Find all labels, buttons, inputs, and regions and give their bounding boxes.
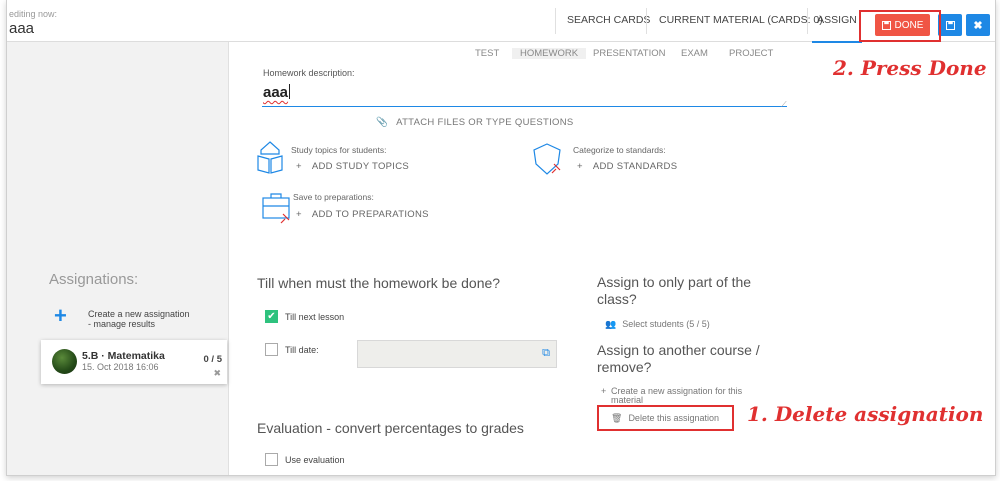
assignations-title: Assignations: <box>49 271 139 288</box>
type-exam[interactable]: EXAM <box>681 48 708 59</box>
till-date-input[interactable]: ⧉ <box>357 340 557 368</box>
create-new-assignation-for-material-button[interactable]: + Create a new assignation for this mate… <box>601 387 742 405</box>
description-underline <box>262 106 787 107</box>
active-tab-indicator <box>812 41 862 43</box>
homework-description-input[interactable]: aaa <box>263 84 291 101</box>
close-icon: ✖ <box>973 19 983 32</box>
tab-assign[interactable]: ASSIGN <box>812 14 862 43</box>
assign-part-heading-line2: class? <box>597 291 637 307</box>
attach-files-label: ATTACH FILES OR TYPE QUESTIONS <box>396 117 574 128</box>
class-avatar <box>52 349 77 374</box>
deadline-heading: Till when must the homework be done? <box>257 275 501 291</box>
assign-part-heading-line1: Assign to only part of the <box>597 274 752 290</box>
editing-label: editing now: <box>9 9 58 19</box>
preparations-label: Save to preparations: <box>293 192 374 202</box>
briefcase-icon <box>262 193 290 224</box>
assign-other-heading-line1: Assign to another course / <box>597 342 760 358</box>
plus-icon: + <box>577 161 583 172</box>
use-evaluation-checkbox[interactable] <box>265 453 278 466</box>
add-standards-label: ADD STANDARDS <box>592 161 678 172</box>
resize-handle-icon[interactable]: ⟋ <box>781 100 787 110</box>
study-topics-label: Study topics for students: <box>291 145 387 155</box>
homework-description-text: aaa <box>263 84 289 101</box>
assignation-date: 15. Oct 2018 16:06 <box>82 362 159 372</box>
assign-other-heading-line2: remove? <box>597 359 652 375</box>
divider <box>807 8 808 34</box>
create-assignation-button[interactable]: Create a new assignation - manage result… <box>88 309 190 329</box>
plus-icon: + <box>296 209 302 220</box>
till-next-lesson-label: Till next lesson <box>285 312 345 322</box>
annotation-highlight-done <box>859 10 941 42</box>
annotation-step-1: 1. Delete assignation <box>747 402 984 426</box>
add-standards-button[interactable]: + ADD STANDARDS <box>577 161 677 172</box>
till-next-lesson-checkbox[interactable]: ✔ <box>265 310 278 323</box>
assign-part-heading: Assign to only part of the class? <box>597 274 751 308</box>
users-icon: 👥 <box>605 319 617 329</box>
add-to-preparations-label: ADD TO PREPARATIONS <box>311 209 429 220</box>
plus-icon: + <box>601 386 607 396</box>
select-students-label: Select students (5 / 5) <box>622 319 710 329</box>
assignation-class-name: 5.B · Matematika <box>82 350 165 362</box>
type-test[interactable]: TEST <box>475 48 499 59</box>
assign-other-heading: Assign to another course / remove? <box>597 342 760 376</box>
evaluation-heading: Evaluation - convert percentages to grad… <box>257 420 524 436</box>
tab-search-cards[interactable]: SEARCH CARDS <box>567 14 650 42</box>
tab-assign-label: ASSIGN <box>817 14 857 26</box>
create-new-assignation-line2: material <box>611 395 644 405</box>
type-homework[interactable]: HOMEWORK <box>512 48 587 59</box>
select-students-button[interactable]: 👥 Select students (5 / 5) <box>605 319 710 330</box>
add-study-topics-button[interactable]: + ADD STUDY TOPICS <box>296 161 409 172</box>
plus-icon[interactable]: + <box>54 305 67 327</box>
app-window: editing now: aaa SEARCH CARDS CURRENT MA… <box>6 0 996 476</box>
till-date-label: Till date: <box>285 345 319 355</box>
type-project[interactable]: PROJECT <box>729 48 773 59</box>
top-bar: editing now: aaa SEARCH CARDS CURRENT MA… <box>7 0 995 43</box>
assignations-sidebar: Assignations: + Create a new assignation… <box>7 42 229 475</box>
annotation-highlight-delete <box>597 405 734 431</box>
add-to-preparations-button[interactable]: + ADD TO PREPARATIONS <box>296 209 429 220</box>
standards-label: Categorize to standards: <box>573 145 666 155</box>
divider <box>555 8 556 34</box>
type-presentation[interactable]: PRESENTATION <box>593 48 666 59</box>
paperclip-icon: 📎 <box>376 117 389 128</box>
save-button[interactable] <box>938 14 962 36</box>
till-date-checkbox[interactable] <box>265 343 278 356</box>
close-button[interactable]: ✖ <box>966 14 990 36</box>
floppy-icon <box>945 20 955 30</box>
text-cursor <box>289 84 291 99</box>
use-evaluation-label: Use evaluation <box>285 455 345 465</box>
divider <box>646 8 647 34</box>
create-assignation-line2: - manage results <box>88 319 156 329</box>
book-icon <box>257 141 283 174</box>
assignation-count: 0 / 5 <box>203 354 223 365</box>
close-icon[interactable]: ✖ <box>213 368 221 379</box>
shield-icon <box>533 143 561 175</box>
annotation-step-2: 2. Press Done <box>833 56 987 80</box>
editing-material-name: aaa <box>9 20 35 37</box>
calendar-icon[interactable]: ⧉ <box>542 347 550 360</box>
checkmark-icon: ✔ <box>267 311 276 322</box>
plus-icon: + <box>296 161 302 172</box>
assignation-card[interactable]: 5.B · Matematika 15. Oct 2018 16:06 0 / … <box>41 340 227 384</box>
tab-current-material[interactable]: CURRENT MATERIAL (CARDS: 0) <box>659 14 823 42</box>
create-assignation-line1: Create a new assignation <box>88 309 190 319</box>
homework-description-label: Homework description: <box>263 68 355 78</box>
add-study-topics-label: ADD STUDY TOPICS <box>311 161 410 172</box>
attach-files-button[interactable]: 📎 ATTACH FILES OR TYPE QUESTIONS <box>376 117 574 128</box>
